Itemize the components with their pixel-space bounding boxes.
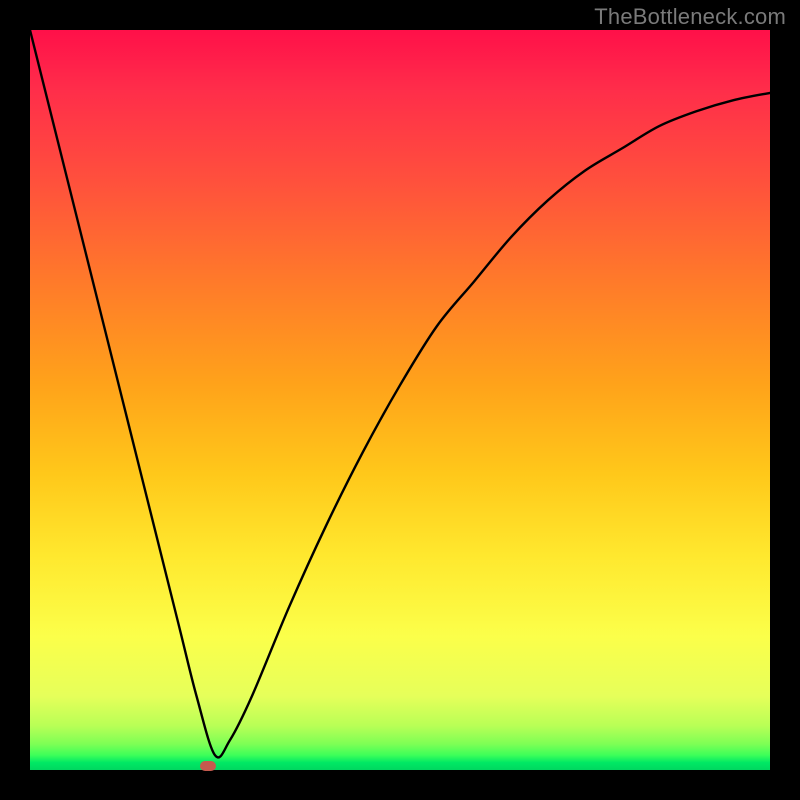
bottleneck-curve (30, 30, 770, 770)
chart-frame: TheBottleneck.com (0, 0, 800, 800)
plot-area (30, 30, 770, 770)
watermark-text: TheBottleneck.com (594, 4, 786, 30)
minimum-marker (200, 761, 216, 771)
